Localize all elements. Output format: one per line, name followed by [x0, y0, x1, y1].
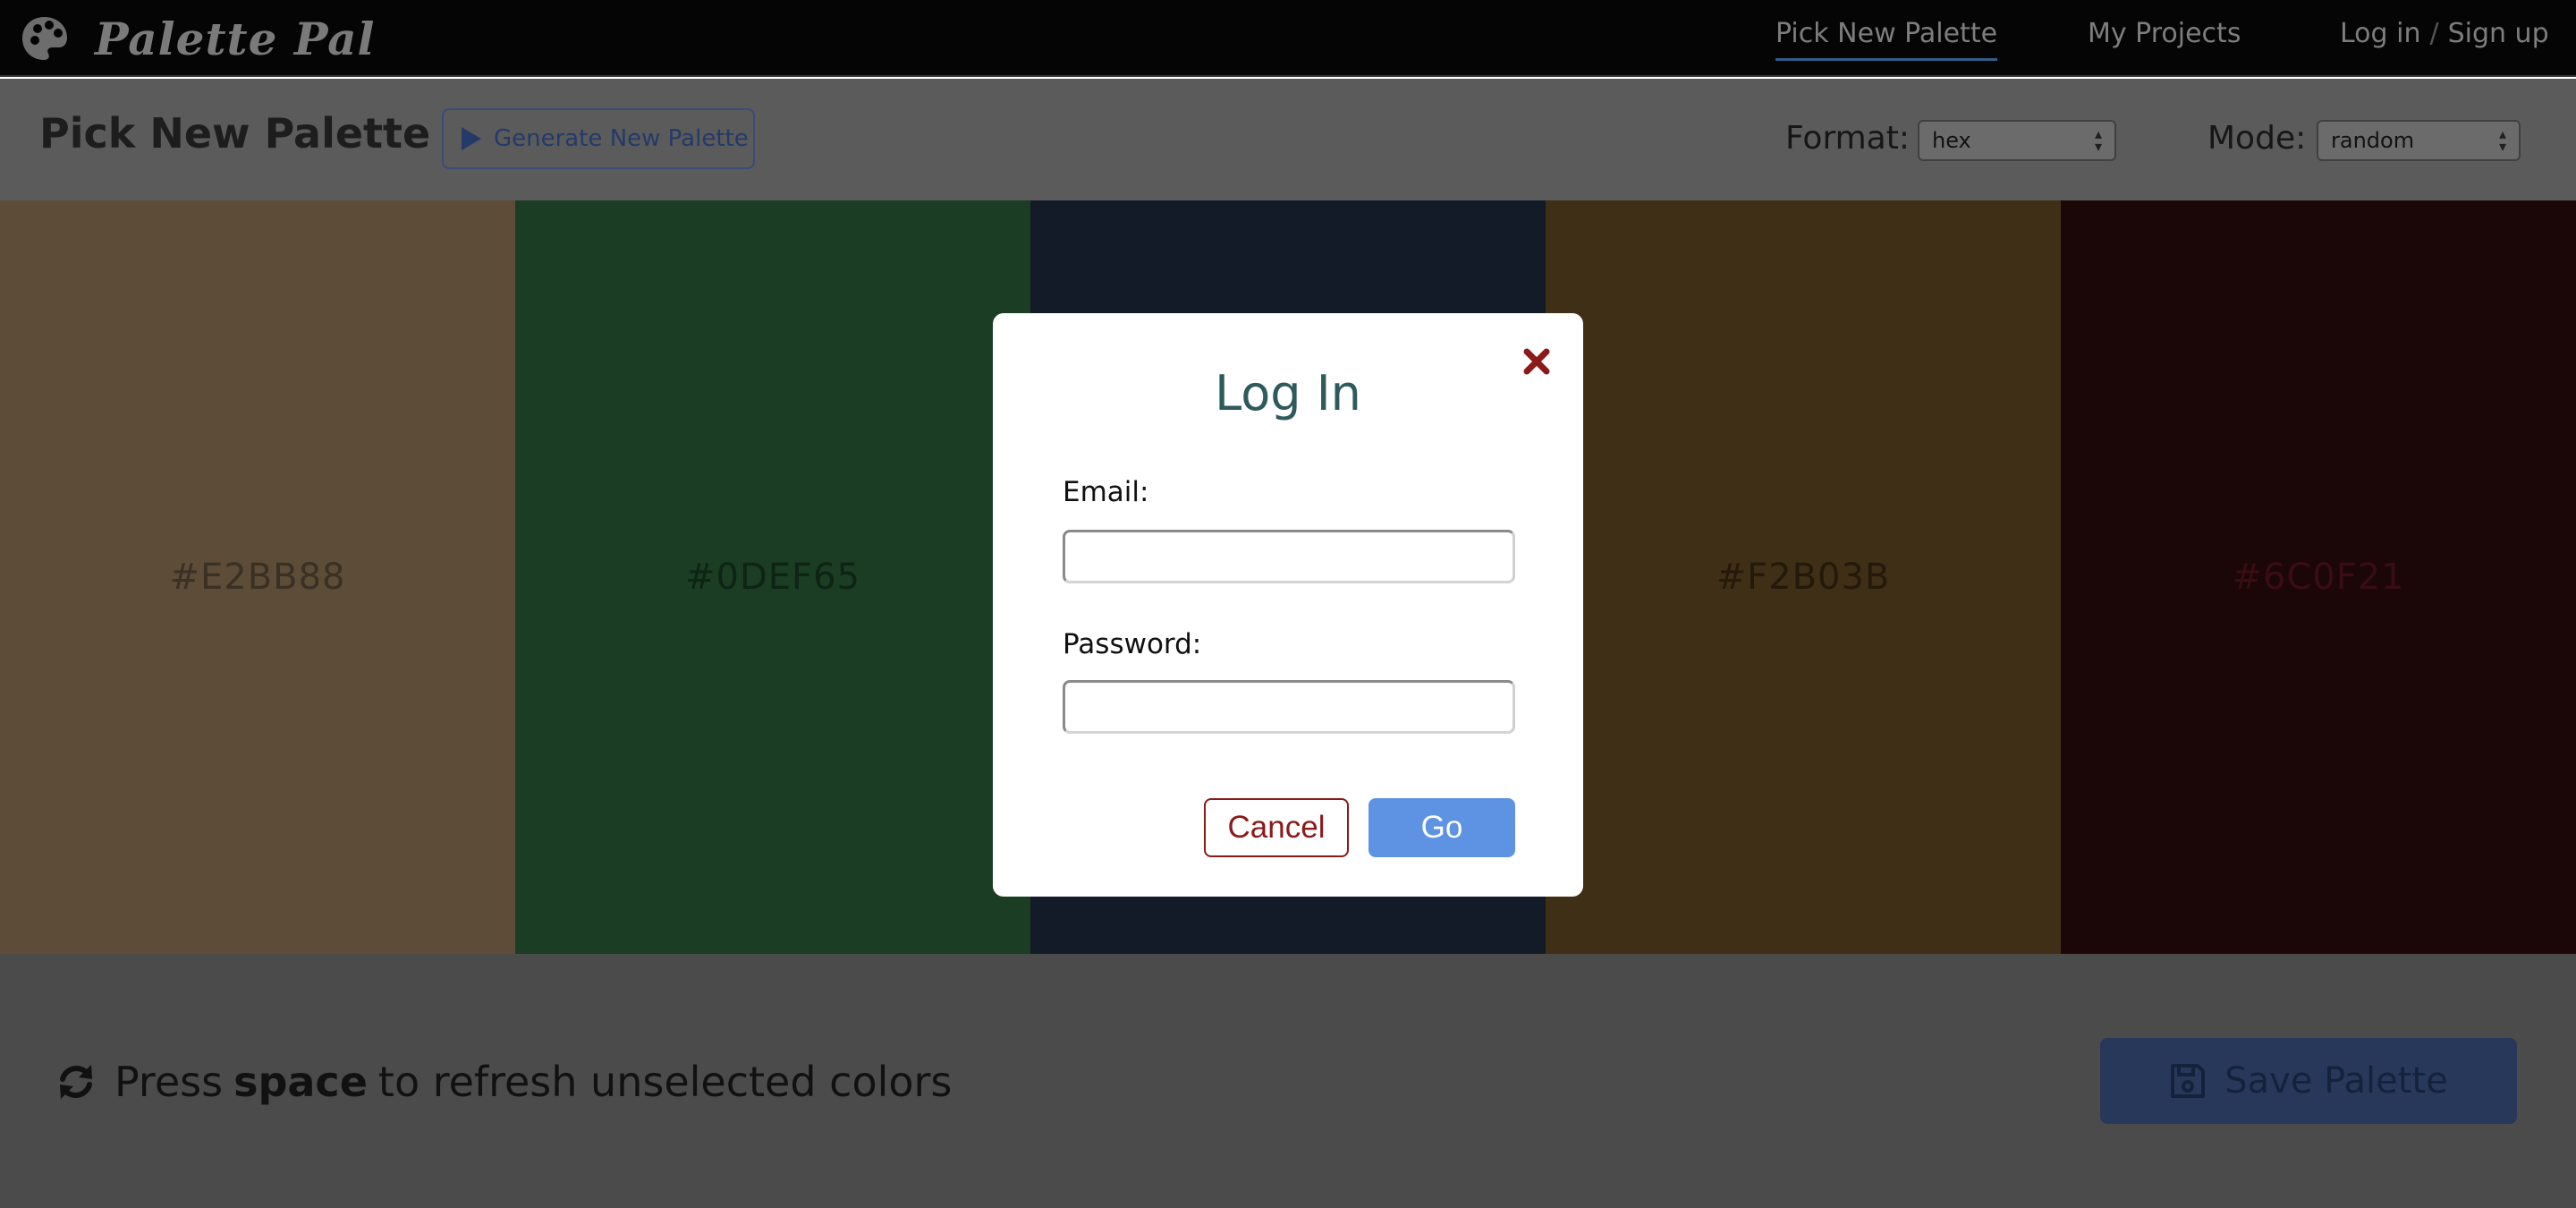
generate-palette-label: Generate New Palette [494, 125, 749, 152]
nav-my-projects[interactable]: My Projects [2088, 18, 2241, 49]
swatch-hex-label: #E2BB88 [169, 557, 346, 598]
save-palette-label: Save Palette [2224, 1060, 2448, 1102]
mode-select[interactable]: random ▴ ▾ [2317, 120, 2521, 161]
color-swatch[interactable]: #6C0F21 [2061, 200, 2576, 954]
swatch-hex-label: #6C0F21 [2232, 557, 2405, 598]
modal-title: Log In [1215, 365, 1361, 421]
go-button[interactable]: Go [1368, 798, 1515, 857]
nav-pick-new-palette[interactable]: Pick New Palette [1775, 18, 1998, 61]
top-navbar: Palette Pal Pick New Palette My Projects… [0, 0, 2576, 77]
email-field[interactable] [1063, 530, 1515, 583]
play-icon [462, 127, 481, 150]
color-swatch[interactable]: #E2BB88 [0, 200, 515, 954]
refresh-hint: Press space to refresh unselected colors [55, 1058, 952, 1106]
palette-icon [22, 17, 67, 60]
floppy-disk-icon [2171, 1064, 2206, 1098]
password-label: Password: [1063, 628, 1202, 660]
select-arrows-icon: ▴ ▾ [2498, 125, 2506, 155]
color-swatch[interactable]: #F2B03B [1546, 200, 2061, 954]
format-select-value: hex [1932, 128, 1971, 153]
auth-separator: / [2429, 18, 2439, 49]
palette-toolbar: Pick New Palette Generate New Palette Fo… [0, 79, 2576, 200]
hint-key: space [233, 1058, 368, 1106]
auth-links: Log in / Sign up [2340, 18, 2549, 49]
nav-signup[interactable]: Sign up [2448, 18, 2549, 49]
page-title: Pick New Palette [39, 109, 431, 157]
refresh-icon [60, 1065, 92, 1099]
format-select[interactable]: hex ▴ ▾ [1918, 120, 2116, 161]
swatch-hex-label: #F2B03B [1716, 557, 1891, 598]
select-arrows-icon: ▴ ▾ [2094, 125, 2102, 155]
email-label: Email: [1063, 476, 1149, 508]
swatch-hex-label: #0DEF65 [685, 557, 860, 598]
hint-suffix: to refresh unselected colors [377, 1058, 953, 1106]
hint-prefix: Press [114, 1058, 224, 1106]
password-field[interactable] [1063, 680, 1515, 734]
generate-palette-button[interactable]: Generate New Palette [442, 108, 755, 169]
login-modal: Log In Email: Password: Cancel Go [993, 313, 1583, 897]
brand-name: Palette Pal [95, 12, 376, 65]
color-swatch[interactable]: #0DEF65 [515, 200, 1030, 954]
mode-label: Mode: [2207, 120, 2307, 157]
cancel-button[interactable]: Cancel [1204, 798, 1349, 857]
mode-select-value: random [2331, 128, 2415, 153]
palette-footer: Press space to refresh unselected colors… [0, 954, 2576, 1208]
save-palette-button[interactable]: Save Palette [2100, 1038, 2517, 1124]
brand[interactable]: Palette Pal [20, 12, 376, 65]
format-label: Format: [1785, 120, 1910, 157]
nav-login[interactable]: Log in [2340, 18, 2420, 49]
